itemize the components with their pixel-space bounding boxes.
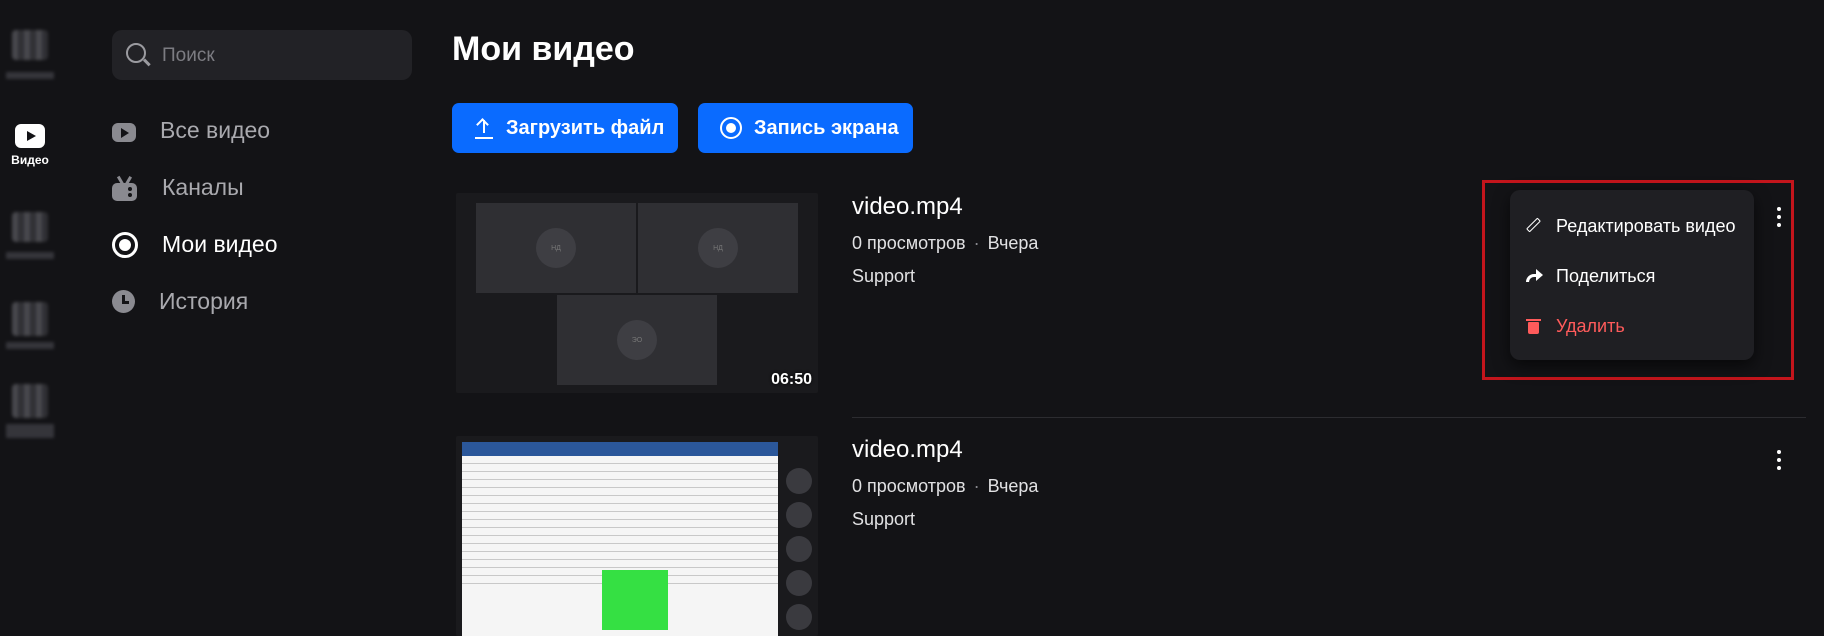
page-title: Мои видео <box>452 30 635 68</box>
sidebar-item-channels[interactable]: Каналы <box>112 159 278 216</box>
search-box[interactable] <box>112 30 412 82</box>
blurred-app-label <box>6 72 54 79</box>
participant-avatar: ЭО <box>617 320 657 360</box>
menu-item-label: Поделиться <box>1556 265 1656 286</box>
sidebar-item-label: История <box>159 288 249 314</box>
upload-icon <box>474 117 494 139</box>
video-title[interactable]: video.mp4 <box>852 193 1038 221</box>
video-thumbnail[interactable] <box>456 436 818 636</box>
blurred-app-label <box>6 424 54 438</box>
video-thumbnail[interactable]: НД НД ЭО 06:50 <box>456 193 818 393</box>
menu-item-edit-video[interactable]: Редактировать видео <box>1526 212 1735 240</box>
menu-item-share[interactable]: Поделиться <box>1526 262 1655 290</box>
search-input[interactable] <box>160 30 404 82</box>
rail-item-video[interactable]: Видео <box>0 124 60 167</box>
video-date: Вчера <box>987 233 1039 253</box>
menu-item-label: Удалить <box>1556 315 1625 336</box>
blurred-app-icon[interactable] <box>12 212 48 242</box>
video-channel[interactable]: Support <box>852 266 1038 287</box>
upload-file-button[interactable]: Загрузить файл <box>452 103 678 153</box>
blurred-app-label <box>6 252 54 259</box>
blurred-app-icon[interactable] <box>12 384 48 418</box>
trash-icon <box>1526 318 1542 334</box>
clock-icon <box>112 290 135 313</box>
video-views: 0 просмотров <box>852 233 966 253</box>
tv-icon <box>112 175 138 201</box>
sidebar-item-label: Все видео <box>160 117 271 143</box>
menu-item-delete[interactable]: Удалить <box>1526 312 1625 340</box>
participant-tile: ЭО <box>557 295 717 385</box>
video-views: 0 просмотров <box>852 476 966 496</box>
screen-record-icon <box>720 117 742 139</box>
blurred-app-label <box>6 342 54 349</box>
more-options-icon[interactable] <box>1774 450 1784 476</box>
search-icon <box>126 43 146 63</box>
video-info: video.mp4 0 просмотров · Вчера Support <box>852 193 1038 287</box>
sidebar-nav: Все видео Каналы Мои видео История <box>112 102 278 330</box>
sidebar-item-all-videos[interactable]: Все видео <box>112 102 278 159</box>
blurred-app-icon[interactable] <box>12 302 48 336</box>
record-icon <box>112 231 138 258</box>
sidebar-item-history[interactable]: История <box>112 273 278 330</box>
video-meta: 0 просмотров · Вчера <box>852 476 1039 496</box>
sidebar-item-label: Мои видео <box>162 231 278 257</box>
share-icon <box>1526 268 1543 284</box>
play-icon <box>112 122 136 142</box>
pencil-icon <box>1526 218 1542 234</box>
screen-record-button[interactable]: Запись экрана <box>698 103 913 153</box>
participant-avatar: НД <box>698 228 738 268</box>
screen-record-label: Запись экрана <box>754 116 899 139</box>
participant-avatar: НД <box>536 228 576 268</box>
video-duration: 06:50 <box>771 371 812 388</box>
app-rail: Видео <box>0 0 60 585</box>
participant-tile: НД <box>638 203 798 293</box>
menu-item-label: Редактировать видео <box>1556 215 1736 236</box>
list-divider <box>852 417 1806 418</box>
spreadsheet-preview <box>462 442 778 636</box>
blurred-app-icon[interactable] <box>12 30 48 60</box>
participant-tile: НД <box>476 203 636 293</box>
sidebar-item-label: Каналы <box>162 174 244 200</box>
video-app-icon <box>15 124 45 148</box>
rail-item-video-label: Видео <box>11 153 49 167</box>
video-title[interactable]: video.mp4 <box>852 436 1038 464</box>
video-info: video.mp4 0 просмотров · Вчера Support <box>852 436 1038 530</box>
video-date: Вчера <box>987 476 1039 496</box>
video-channel[interactable]: Support <box>852 509 1038 530</box>
video-meta: 0 просмотров · Вчера <box>852 233 1039 253</box>
sidebar-item-my-videos[interactable]: Мои видео <box>112 216 278 273</box>
participant-strip <box>782 462 816 636</box>
upload-file-label: Загрузить файл <box>506 116 665 139</box>
